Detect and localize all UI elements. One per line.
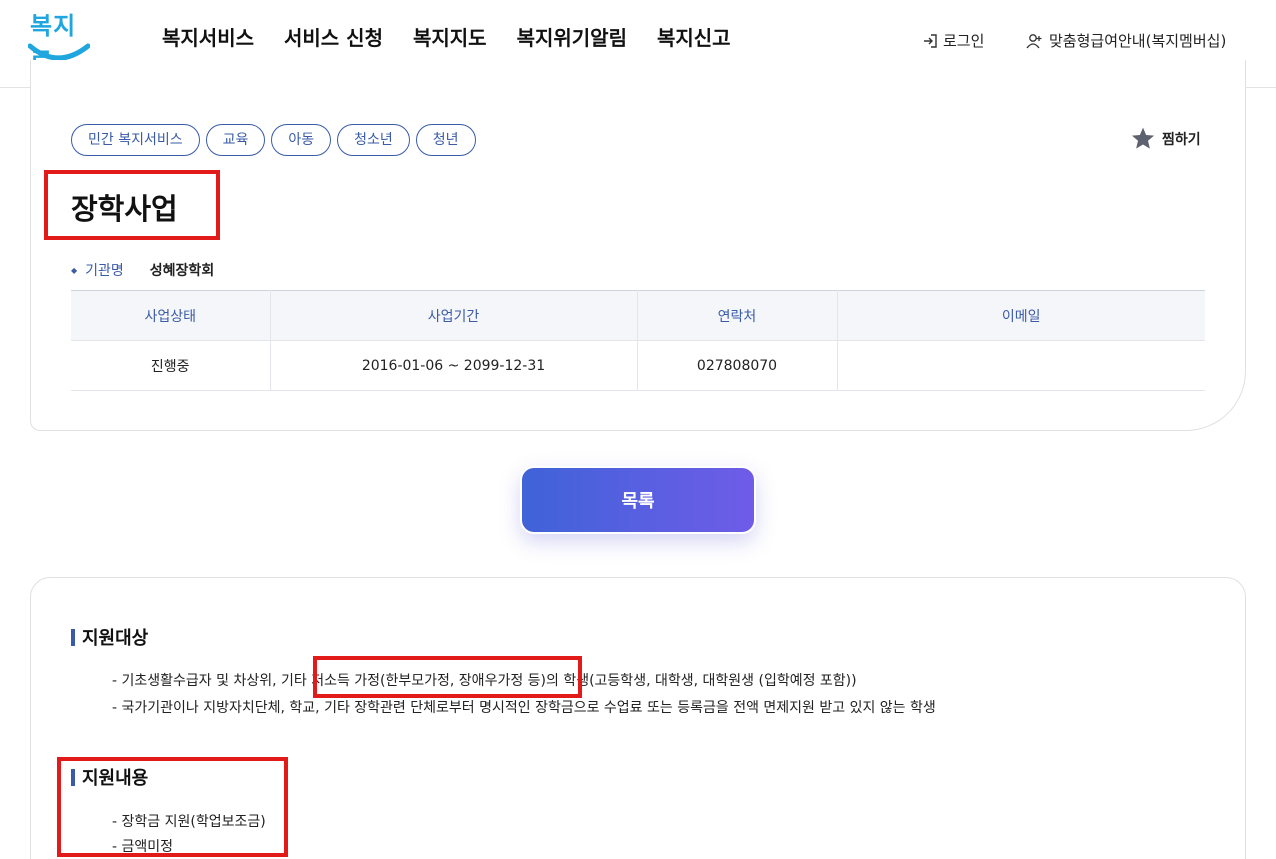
favorite-label: 찜하기: [1162, 131, 1201, 148]
target-line-2: - 국가기관이나 지방자치단체, 학교, 기타 장학관련 단체로부터 명시적인 …: [112, 700, 936, 716]
cell-contact: 027808070: [637, 340, 838, 391]
highlight-box-title: [44, 170, 220, 240]
header-contact: 연락처: [637, 290, 838, 341]
membership-label: 맞춤형급여안내(복지멤버십): [1049, 32, 1227, 50]
tag-youth[interactable]: 청소년: [337, 124, 410, 156]
header-period: 사업기간: [270, 290, 638, 341]
nav-welfare-map[interactable]: 복지지도: [413, 22, 487, 51]
section-title-target-text: 지원대상: [82, 628, 149, 649]
org-name: 성혜장학회: [149, 263, 215, 279]
login-icon: [924, 33, 937, 48]
nav-crisis-alert[interactable]: 복지위기알림: [517, 22, 627, 51]
diamond-bullet-icon: ◆: [71, 265, 78, 275]
membership-link[interactable]: 맞춤형급여안내(복지멤버십): [1026, 30, 1226, 51]
nav-welfare-services[interactable]: 복지서비스: [162, 22, 254, 51]
highlight-box-low-income: [313, 656, 582, 698]
tag-education[interactable]: 교육: [205, 124, 266, 156]
category-tags: 민간 복지서비스 교육 아동 청소년 청년: [71, 124, 482, 156]
tag-young-adult[interactable]: 청년: [415, 124, 476, 156]
site-logo[interactable]: 복지로: [28, 6, 92, 75]
nav-service-apply[interactable]: 서비스 신청: [284, 22, 383, 51]
section-bar: [71, 628, 75, 646]
cell-email: [837, 340, 1205, 391]
organization-info: ◆ 기관명 성혜장학회: [71, 260, 214, 280]
header-email: 이메일: [837, 290, 1205, 341]
login-label: 로그인: [943, 32, 985, 50]
cell-status: 진행중: [71, 340, 271, 391]
favorite-button[interactable]: 찜하기: [1130, 126, 1201, 151]
header-status: 사업상태: [71, 290, 271, 341]
add-user-icon: [1026, 33, 1042, 48]
tag-children[interactable]: 아동: [271, 124, 332, 156]
login-link[interactable]: 로그인: [922, 30, 984, 51]
section-title-target: 지원대상: [71, 624, 148, 650]
highlight-box-content: [57, 757, 288, 857]
service-info-table: 사업상태 사업기간 연락처 이메일 진행중 2016-01-06 ~ 2099-…: [71, 290, 1205, 391]
org-label: 기관명: [85, 263, 124, 279]
table-header-row: 사업상태 사업기간 연락처 이메일: [71, 290, 1205, 341]
nav-welfare-report[interactable]: 복지신고: [657, 22, 731, 51]
tag-private-welfare[interactable]: 민간 복지서비스: [71, 124, 200, 156]
table-row: 진행중 2016-01-06 ~ 2099-12-31 027808070: [71, 340, 1205, 391]
main-nav: 복지서비스 서비스 신청 복지지도 복지위기알림 복지신고: [162, 22, 761, 51]
cell-period: 2016-01-06 ~ 2099-12-31: [270, 340, 638, 391]
star-icon: [1131, 127, 1155, 149]
list-button[interactable]: 목록: [520, 466, 756, 534]
